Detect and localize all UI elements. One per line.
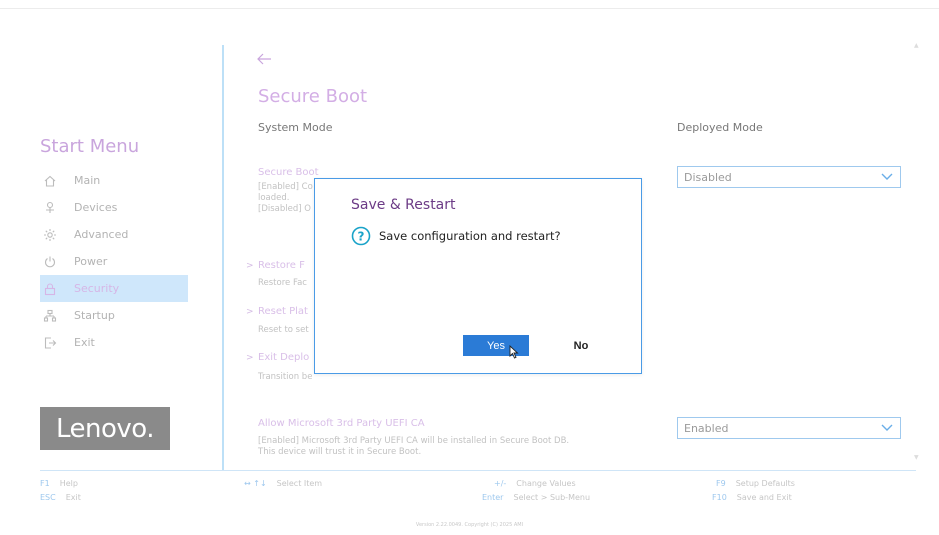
sidebar-item-label: Devices: [74, 201, 118, 214]
third-party-ca-desc-1: [Enabled] Microsoft 3rd Party UEFI CA wi…: [258, 436, 570, 446]
devices-icon: [40, 200, 60, 216]
footer-defaults-label: Setup Defaults: [735, 479, 795, 488]
startup-icon: [40, 308, 60, 324]
advanced-gear-icon: [40, 227, 60, 243]
third-party-ca-desc-2: This device will trust it in Secure Boot…: [258, 447, 422, 457]
footer-change-values: +/- Change Values: [494, 479, 576, 488]
system-mode-value: Deployed Mode: [677, 121, 763, 134]
page-title: Secure Boot: [258, 86, 368, 107]
yes-button[interactable]: Yes: [463, 335, 529, 356]
sidebar-item-label: Security: [74, 282, 120, 295]
footer-exit-label: Exit: [65, 493, 81, 502]
dialog-message: Save configuration and restart?: [379, 229, 561, 243]
secure-boot-desc-2: loaded.: [258, 193, 290, 203]
sidebar-item-devices[interactable]: Devices: [40, 194, 188, 221]
mouse-cursor-icon: [509, 344, 519, 359]
question-icon: ?: [351, 226, 371, 246]
sidebar-divider: [222, 45, 224, 470]
chevron-down-icon: [880, 172, 894, 182]
chevron-down-icon: [880, 423, 894, 433]
sidebar-item-label: Advanced: [74, 228, 129, 241]
third-party-ca-select[interactable]: Enabled: [677, 417, 901, 439]
third-party-ca-title[interactable]: Allow Microsoft 3rd Party UEFI CA: [258, 418, 425, 429]
sidebar-title: Start Menu: [40, 136, 140, 157]
logo-text: Lenovo.: [55, 413, 155, 444]
back-arrow-icon[interactable]: [256, 50, 272, 71]
secure-boot-desc-3: [Disabled] O: [258, 204, 311, 214]
version-text: Version 2.22.0049. Copyright (C) 2025 AM…: [415, 522, 524, 528]
lock-icon: [40, 281, 60, 297]
footer-help: F1 Help: [40, 479, 78, 488]
sidebar-item-label: Main: [74, 174, 101, 187]
sidebar-item-startup[interactable]: Startup: [40, 302, 188, 329]
lenovo-logo: Lenovo.: [40, 407, 170, 450]
footer-save-label: Save and Exit: [736, 493, 792, 502]
secure-boot-select[interactable]: Disabled: [677, 166, 901, 188]
footer-submenu: Enter Select > Sub-Menu: [482, 493, 590, 502]
footer-key: +/-: [494, 479, 507, 488]
sidebar-item-advanced[interactable]: Advanced: [40, 221, 188, 248]
exit-deployed-desc: Transition be: [258, 372, 313, 382]
footer-key: F1: [40, 479, 50, 488]
footer-exit: ESC Exit: [40, 493, 81, 502]
footer-setup-defaults: F9 Setup Defaults: [716, 479, 795, 488]
secure-boot-title[interactable]: Secure Boot: [258, 167, 319, 178]
scroll-down-icon[interactable]: ▼: [914, 454, 919, 461]
save-restart-dialog: Save & Restart ? Save configuration and …: [314, 178, 642, 374]
footer-select-item: ↔ ↑↓ Select Item: [244, 479, 322, 488]
scroll-up-icon[interactable]: ▲: [914, 42, 919, 49]
footer-help-label: Help: [59, 479, 78, 488]
restore-title[interactable]: Restore F: [258, 260, 305, 271]
sidebar: Start Menu Main Devices Advanced Power S…: [0, 0, 222, 470]
footer-save-exit: F10 Save and Exit: [712, 493, 792, 502]
sidebar-item-label: Startup: [74, 309, 115, 322]
sidebar-item-label: Exit: [74, 336, 95, 349]
home-icon: [40, 173, 60, 189]
secure-boot-select-value: Disabled: [684, 170, 732, 184]
dialog-message-row: ? Save configuration and restart?: [351, 226, 561, 246]
footer-divider: [40, 470, 916, 471]
chevron-right-icon: >: [246, 261, 254, 271]
exit-deployed-title[interactable]: Exit Deplo: [258, 352, 309, 363]
sidebar-item-label: Power: [74, 255, 108, 268]
sidebar-menu: Main Devices Advanced Power Security Sta…: [40, 167, 188, 356]
reset-title[interactable]: Reset Plat: [258, 306, 308, 317]
exit-icon: [40, 335, 60, 351]
footer-change-label: Change Values: [516, 479, 576, 488]
power-icon: [40, 254, 60, 270]
system-mode-label: System Mode: [258, 121, 333, 134]
footer-key: F10: [712, 493, 727, 502]
footer-select-item-label: Select Item: [276, 479, 323, 488]
sidebar-item-main[interactable]: Main: [40, 167, 188, 194]
footer-key: Enter: [482, 493, 504, 502]
restore-desc: Restore Fac: [258, 278, 307, 288]
sidebar-item-exit[interactable]: Exit: [40, 329, 188, 356]
sidebar-item-security[interactable]: Security: [40, 275, 188, 302]
footer-key: ↔ ↑↓: [244, 479, 267, 488]
dialog-title: Save & Restart: [351, 197, 456, 213]
chevron-right-icon: >: [246, 353, 254, 363]
footer-submenu-label: Select > Sub-Menu: [513, 493, 591, 502]
chevron-right-icon: >: [246, 307, 254, 317]
third-party-ca-select-value: Enabled: [684, 421, 729, 435]
svg-text:?: ?: [358, 230, 365, 244]
reset-desc: Reset to set: [258, 325, 309, 335]
footer-key: ESC: [40, 493, 56, 502]
footer-key: F9: [716, 479, 726, 488]
no-button[interactable]: No: [555, 335, 607, 356]
secure-boot-desc-1: [Enabled] Co: [258, 182, 313, 192]
sidebar-item-power[interactable]: Power: [40, 248, 188, 275]
